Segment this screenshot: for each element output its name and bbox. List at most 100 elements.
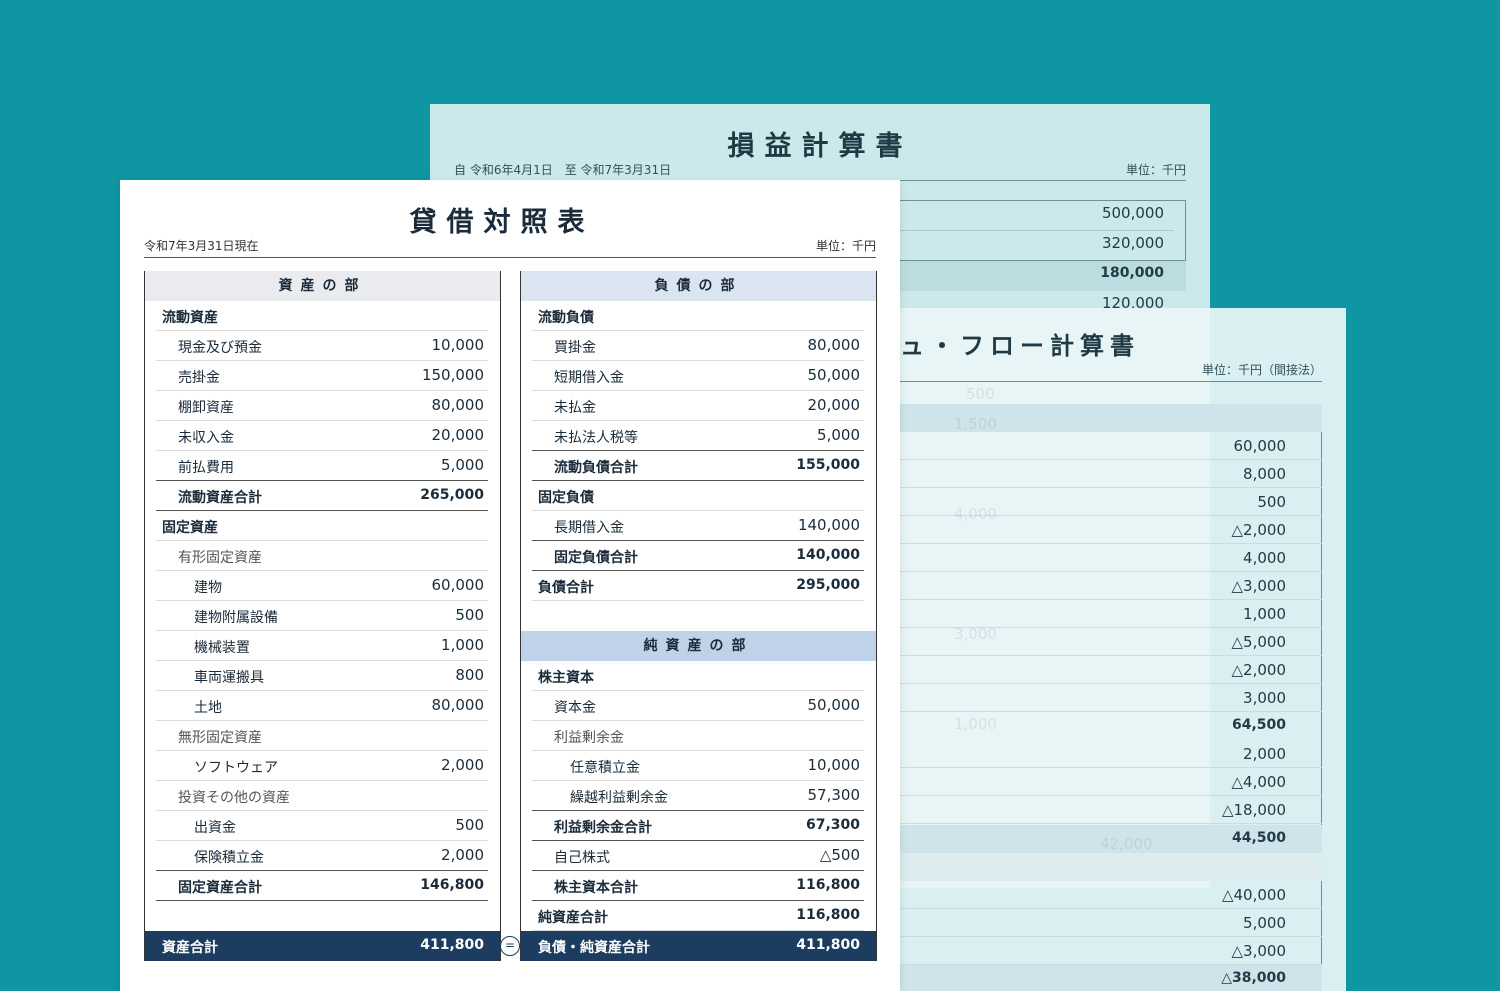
assets-row: ソフトウェア 2,000 [156,751,488,781]
liabilities-net-assets-total-value: 411,800 [796,937,860,953]
liabilities-row: 固定負債合計 140,000 [532,541,864,571]
cash-flow-value: 60,000 [1233,437,1287,455]
assets-row-value: 20,000 [431,426,485,444]
ghost-value: 1,500 [954,415,997,433]
assets-row: 固定資産 [156,511,488,541]
cash-flow-unit: 単位：千円（間接法） [1201,363,1322,377]
cash-flow-row: 4,000 [900,544,1322,572]
net-assets-row: 利益剰余金 [532,721,864,751]
liabilities-row-label: 長期借入金 [554,520,624,536]
assets-row-value: 500 [455,606,484,624]
cash-flow-value: △2,000 [1231,521,1286,539]
net-assets-row-value: 50,000 [807,696,861,714]
assets-row: 出資金 500 [156,811,488,841]
assets-row-value: 10,000 [431,336,485,354]
liabilities-row-value: 5,000 [817,426,860,444]
income-statement-unit: 単位：千円 [1125,163,1186,177]
ghost-value: 42,000 [1100,835,1153,853]
assets-row-value: 1,000 [441,636,484,654]
assets-row: 棚卸資産 80,000 [156,391,488,421]
liabilities-row-label: 流動負債 [538,310,594,326]
liabilities-row: 未払法人税等 5,000 [532,421,864,451]
cash-flow-row: △18,000 [900,796,1322,824]
cash-flow-row: 2,000 [900,740,1322,768]
cash-flow-row: 8,000 [900,460,1322,488]
income-statement-value: 320,000 [1101,234,1164,252]
net-assets-row-label: 利益剰余金合計 [554,820,652,836]
cash-flow-row: △4,000 [900,768,1322,796]
net-assets-row-label: 自己株式 [554,850,610,866]
net-assets-row: 利益剰余金合計 67,300 [532,811,864,841]
liabilities-row: 流動負債合計 155,000 [532,451,864,481]
net-assets-row: 株主資本合計 116,800 [532,871,864,901]
balance-sheet-rule [144,257,876,258]
liabilities-row-label: 負債合計 [538,580,594,596]
ghost-value: 4,000 [954,505,997,523]
net-assets-row-label: 純資産合計 [538,910,608,926]
assets-row-label: ソフトウェア [194,760,278,776]
net-assets-row-value: 67,300 [805,817,860,833]
assets-row: 投資その他の資産 [156,781,488,811]
cash-flow-value: 8,000 [1243,465,1286,483]
liabilities-row-label: 流動負債合計 [554,460,638,476]
assets-row-value: 80,000 [431,696,485,714]
cash-flow-row: △3,000 [900,937,1322,965]
income-statement-period: 自 令和6年4月1日 至 令和7年3月31日 [454,163,672,177]
assets-row-value: 500 [455,816,484,834]
assets-row-label: 建物 [194,580,222,596]
liabilities-row-label: 買掛金 [554,340,596,356]
assets-row: 前払費用 5,000 [156,451,488,481]
liabilities-row: 未払金 20,000 [532,391,864,421]
net-assets-header: 純資産の部 [521,631,876,661]
liabilities-row-label: 未払金 [554,400,596,416]
liabilities-net-assets-total-label: 負債・純資産合計 [538,940,650,956]
assets-column: 資産の部 流動資産 現金及び預金 10,000 売掛金 150,000 棚卸資産 80,00… [144,271,501,961]
liabilities-row: 固定負債 [532,481,864,511]
net-assets-row: 任意積立金 10,000 [532,751,864,781]
assets-row: 流動資産 [156,301,488,331]
cash-flow-section-band [900,853,1322,881]
assets-row-value: 5,000 [441,456,484,474]
liabilities-row-value: 140,000 [797,516,860,534]
liabilities-row-value: 155,000 [796,457,860,473]
cash-flow-rule [900,381,1322,382]
cash-flow-value: △18,000 [1221,801,1286,819]
assets-row-label: 無形固定資産 [178,730,262,746]
assets-row-label: 機械装置 [194,640,250,656]
cash-flow-row: 1,000 [900,600,1322,628]
assets-row-label: 有形固定資産 [178,550,262,566]
assets-row: 機械装置 1,000 [156,631,488,661]
assets-row-label: 固定資産 [162,520,218,536]
cash-flow-value: △3,000 [1231,942,1286,960]
cash-flow-row: △38,000 [900,965,1322,991]
assets-row-label: 流動資産合計 [178,490,262,506]
liabilities-row-label: 固定負債合計 [554,550,638,566]
assets-row-value: 146,800 [420,877,484,893]
liabilities-column: 負債の部 流動負債 買掛金 80,000 短期借入金 50,000 未払金 20,000 未払… [520,271,877,961]
ghost-value: 3,000 [954,625,997,643]
liabilities-row-label: 固定負債 [538,490,594,506]
cash-flow-row: △2,000 [900,656,1322,684]
assets-row-value: 2,000 [441,756,484,774]
cash-flow-value: △5,000 [1231,633,1286,651]
liabilities-row: 流動負債 [532,301,864,331]
assets-row-value: 800 [455,666,484,684]
cash-flow-row: 60,000 [900,432,1322,460]
income-statement-value: 180,000 [1100,265,1164,281]
balance-sheet-document: 貸借対照表 令和7年3月31日現在 単位：千円 資産の部 流動資産 現金及び預金 1… [120,180,900,991]
liabilities-row: 長期借入金 140,000 [532,511,864,541]
assets-total-value: 411,800 [420,937,484,953]
assets-row: 建物 60,000 [156,571,488,601]
net-assets-row: 繰越利益剰余金 57,300 [532,781,864,811]
assets-row: 現金及び預金 10,000 [156,331,488,361]
cash-flow-value: 3,000 [1243,689,1286,707]
net-assets-row-label: 資本金 [554,700,596,716]
equals-icon: = [500,936,520,956]
liabilities-row: 負債合計 295,000 [532,571,864,601]
assets-row: 流動資産合計 265,000 [156,481,488,511]
cash-flow-value: △38,000 [1221,970,1286,986]
cash-flow-value: 44,500 [1231,830,1286,846]
assets-row-label: 棚卸資産 [178,400,234,416]
net-assets-row-value: 10,000 [807,756,861,774]
cash-flow-value: 64,500 [1231,717,1286,733]
